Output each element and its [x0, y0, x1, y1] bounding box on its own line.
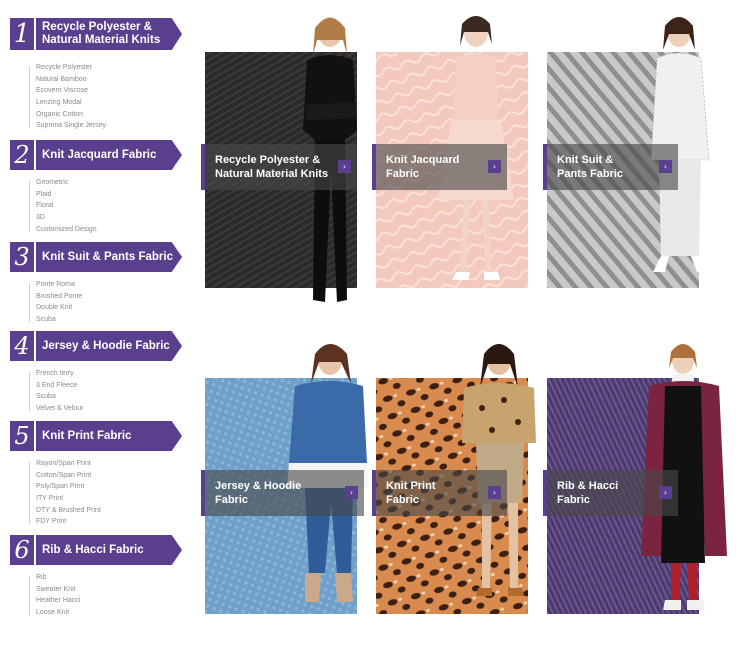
tile-title: Knit Print Fabric [386, 480, 436, 506]
list-item[interactable]: Double Knit [36, 302, 182, 314]
tile-jersey-hoodie[interactable]: Jersey & Hoodie Fabric › [201, 344, 369, 614]
category-title: Jersey & Hoodie Fabric [42, 339, 170, 352]
category-6: 6 Rib & Hacci Fabric Rib Sweater Knit He… [10, 535, 182, 619]
chevron-right-icon[interactable]: › [345, 486, 358, 499]
list-item[interactable]: Velvet & Velour [36, 403, 182, 415]
list-item[interactable]: Brushed Ponte [36, 291, 182, 303]
category-1: 1 Recycle Polyester & Natural Material Kn… [10, 18, 182, 132]
category-number: 2 [10, 140, 36, 170]
tile-knit-print[interactable]: Knit Print Fabric › [372, 344, 536, 614]
list-item[interactable]: Suprima Single Jersey [36, 120, 182, 132]
tile-caption: Rib & Hacci Fabric › [543, 470, 678, 516]
category-title: Knit Jacquard Fabric [42, 148, 157, 161]
list-item[interactable]: FDY Print [36, 516, 182, 528]
tile-title: Knit Jacquard Fabric [386, 154, 460, 180]
tile-title: Rib & Hacci Fabric [557, 480, 619, 506]
category-title: Knit Print Fabric [42, 429, 132, 442]
category-4-list: French terry 3 End Fleece Scuba Velvet &… [10, 368, 182, 415]
tile-title: Knit Suit & Pants Fabric [557, 154, 624, 180]
list-item[interactable]: Heather Hacci [36, 595, 182, 607]
category-6-header[interactable]: 6 Rib & Hacci Fabric [10, 535, 182, 565]
list-item[interactable]: Cotton/Span Print [36, 470, 182, 482]
category-title: Recycle Polyester & Natural Material Knit… [42, 21, 161, 46]
category-number: 1 [10, 18, 36, 50]
chevron-right-icon[interactable]: › [488, 160, 501, 173]
chevron-right-icon[interactable]: › [659, 160, 672, 173]
chevron-right-icon[interactable]: › [338, 160, 351, 173]
list-item[interactable]: Rib [36, 572, 182, 584]
list-item[interactable]: Scuba [36, 314, 182, 326]
list-item[interactable]: Sweater Knit [36, 584, 182, 596]
list-item[interactable]: Ponte Roma [36, 279, 182, 291]
chevron-right-icon[interactable]: › [659, 486, 672, 499]
category-title: Knit Suit & Pants Fabric [42, 250, 173, 263]
category-sidebar: 1 Recycle Polyester & Natural Material Kn… [0, 0, 192, 659]
list-item[interactable]: DTY & Brushed Print [36, 505, 182, 517]
category-6-list: Rib Sweater Knit Heather Hacci Loose Kni… [10, 572, 182, 619]
list-item[interactable]: Scuba [36, 391, 182, 403]
category-4-header[interactable]: 4 Jersey & Hoodie Fabric [10, 331, 182, 361]
list-item[interactable]: Lenzing Modal [36, 97, 182, 109]
category-1-header[interactable]: 1 Recycle Polyester & Natural Material Kn… [10, 18, 182, 50]
tile-caption: Knit Suit & Pants Fabric › [543, 144, 678, 190]
list-item[interactable]: Poly/Span Print [36, 481, 182, 493]
list-item[interactable]: Geometric [36, 177, 182, 189]
list-item[interactable]: Customized Design [36, 224, 182, 236]
tile-caption: Jersey & Hoodie Fabric › [201, 470, 364, 516]
tile-knit-jacquard[interactable]: Knit Jacquard Fabric › [372, 16, 528, 288]
list-item[interactable]: 3D [36, 212, 182, 224]
category-5-header[interactable]: 5 Knit Print Fabric [10, 421, 182, 451]
tile-title: Jersey & Hoodie Fabric [215, 480, 302, 506]
list-item[interactable]: Floral [36, 200, 182, 212]
chevron-right-icon[interactable]: › [488, 486, 501, 499]
category-number: 3 [10, 242, 36, 272]
tile-caption: Knit Print Fabric › [372, 470, 507, 516]
list-item[interactable]: French terry [36, 368, 182, 380]
list-item[interactable]: ITY Print [36, 493, 182, 505]
category-5: 5 Knit Print Fabric Rayon/Span Print Cot… [10, 421, 182, 528]
category-2-list: Geometric Plaid Floral 3D Customized Des… [10, 177, 182, 235]
category-2-header[interactable]: 2 Knit Jacquard Fabric [10, 140, 182, 170]
category-3-list: Ponte Roma Brushed Ponte Double Knit Scu… [10, 279, 182, 326]
list-item[interactable]: 3 End Fleece [36, 380, 182, 392]
list-item[interactable]: Natural Bamboo [36, 74, 182, 86]
category-number: 4 [10, 331, 36, 361]
category-2: 2 Knit Jacquard Fabric Geometric Plaid F… [10, 140, 182, 235]
tile-title: Recycle Polyester & Natural Material Knit… [215, 154, 329, 180]
tile-recycle-polyester[interactable]: Recycle Polyester & Natural Material Knit… [201, 17, 357, 302]
category-3-header[interactable]: 3 Knit Suit & Pants Fabric [10, 242, 182, 272]
list-item[interactable]: Plaid [36, 189, 182, 201]
category-number: 6 [10, 535, 36, 565]
list-item[interactable]: Ecovero Viscose [36, 85, 182, 97]
category-1-list: Recycle Polyester Natural Bamboo Ecovero… [10, 62, 182, 132]
category-4: 4 Jersey & Hoodie Fabric French terry 3 … [10, 331, 182, 415]
tile-knit-suit-pants[interactable]: Knit Suit & Pants Fabric › [543, 17, 711, 288]
tile-caption: Recycle Polyester & Natural Material Knit… [201, 144, 357, 190]
tile-rib-hacci[interactable]: Rib & Hacci Fabric › [543, 344, 727, 614]
category-3: 3 Knit Suit & Pants Fabric Ponte Roma Br… [10, 242, 182, 326]
category-title: Rib & Hacci Fabric [42, 543, 144, 556]
list-item[interactable]: Loose Knit [36, 607, 182, 619]
list-item[interactable]: Recycle Polyester [36, 62, 182, 74]
list-item[interactable]: Organic Cotton [36, 109, 182, 121]
category-5-list: Rayon/Span Print Cotton/Span Print Poly/… [10, 458, 182, 528]
tile-caption: Knit Jacquard Fabric › [372, 144, 507, 190]
category-number: 5 [10, 421, 36, 451]
list-item[interactable]: Rayon/Span Print [36, 458, 182, 470]
